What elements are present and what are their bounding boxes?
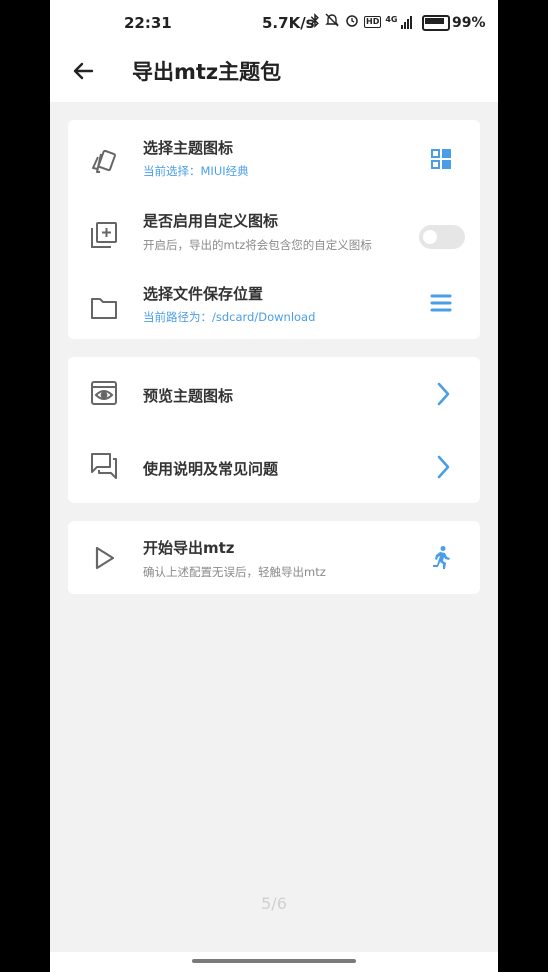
chevron-right-icon[interactable] (430, 454, 456, 480)
row-subtitle: 开启后，导出的mtz将会包含您的自定义图标 (143, 238, 372, 252)
navigation-bar (50, 952, 498, 972)
arrow-left-icon[interactable] (68, 56, 98, 86)
app-bar: 导出mtz主题包 (50, 48, 498, 102)
row-subtitle: 确认上述配置无误后，轻触导出mtz (143, 565, 326, 579)
help-faq-row[interactable]: 使用说明及常见问题 (68, 430, 480, 502)
grid-icon[interactable] (428, 146, 454, 172)
chevron-right-icon[interactable] (430, 381, 456, 407)
app-screen: 22:31 5.7K/s HD 4G 99% 导出mtz主题包 选择主题图标 当… (50, 0, 498, 972)
page-title: 导出mtz主题包 (132, 60, 282, 84)
custom-icons-toggle[interactable] (419, 225, 465, 249)
mute-bell-icon (324, 12, 340, 32)
links-card: 预览主题图标 使用说明及常见问题 (68, 357, 480, 503)
custom-icons-row[interactable]: 是否启用自定义图标 开启后，导出的mtz将会包含您的自定义图标 (68, 197, 480, 269)
row-subtitle: 当前选择：MIUI经典 (143, 164, 249, 178)
status-net-speed: 5.7K/s (262, 14, 315, 32)
row-title: 是否启用自定义图标 (143, 212, 279, 230)
folder-icon (88, 292, 120, 324)
home-gesture-bar[interactable] (192, 959, 356, 963)
row-title: 预览主题图标 (143, 387, 234, 405)
status-time: 22:31 (124, 14, 172, 32)
status-bar: 22:31 5.7K/s HD 4G 99% (50, 0, 498, 48)
select-theme-icons-row[interactable]: 选择主题图标 当前选择：MIUI经典 (68, 124, 480, 196)
signal-icon (401, 15, 413, 29)
status-icons: HD 4G (310, 12, 413, 32)
row-subtitle: 当前路径为：/sdcard/Download (143, 310, 316, 324)
row-title: 使用说明及常见问题 (143, 460, 279, 478)
cards-icon (88, 146, 120, 178)
start-export-row[interactable]: 开始导出mtz 确认上述配置无误后，轻触导出mtz (68, 521, 480, 593)
bluetooth-icon (310, 12, 320, 32)
network-type: 4G (385, 14, 398, 24)
battery-icon (422, 15, 450, 31)
row-title: 开始导出mtz (143, 539, 235, 557)
battery-percent: 99% (452, 15, 486, 31)
hd-badge: HD (364, 16, 382, 28)
running-person-icon[interactable] (428, 545, 454, 571)
row-title: 选择文件保存位置 (143, 285, 264, 303)
row-title: 选择主题图标 (143, 139, 234, 157)
menu-icon[interactable] (428, 290, 454, 316)
preview-icons-row[interactable]: 预览主题图标 (68, 357, 480, 429)
play-icon (88, 542, 120, 574)
preview-eye-icon (88, 377, 120, 409)
add-photos-icon (88, 219, 120, 251)
save-location-row[interactable]: 选择文件保存位置 当前路径为：/sdcard/Download (68, 270, 480, 342)
settings-card: 选择主题图标 当前选择：MIUI经典 是否启用自定义图标 开启后，导出的mtz将… (68, 120, 480, 339)
toggle-knob (423, 230, 437, 244)
page-indicator: 5/6 (261, 894, 287, 913)
forum-icon (88, 450, 120, 482)
alarm-icon (344, 12, 360, 32)
export-card: 开始导出mtz 确认上述配置无误后，轻触导出mtz (68, 521, 480, 594)
